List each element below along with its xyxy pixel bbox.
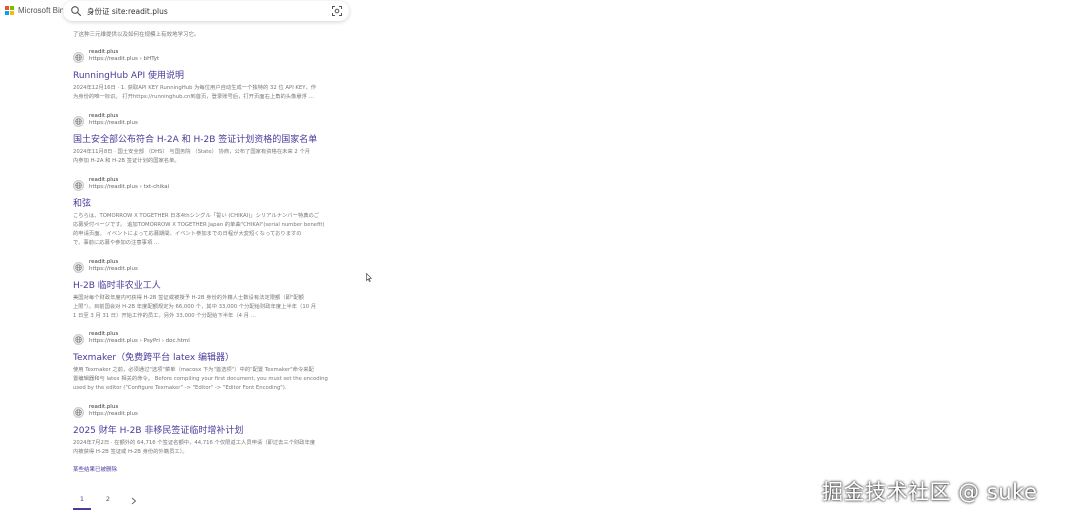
visual-search-icon[interactable]: [331, 5, 343, 17]
search-box[interactable]: 身份证 site:readit.plus: [63, 1, 349, 21]
search-result: readit.plus https://readit.plus H-2B 临时非农业…: [73, 259, 358, 321]
snippet-line: used by the editor ("Configure Texmaker"…: [73, 385, 287, 391]
result-url: https://readit.plus: [89, 411, 138, 417]
snippet-line: 的申请页面。 イベントによって応募期間、イベント参加までの日程が大変短くなってお…: [73, 231, 302, 237]
watermark: 掘金技术社区 @ suke: [822, 480, 1038, 504]
search-icon[interactable]: [70, 5, 82, 17]
next-page-button[interactable]: [125, 494, 143, 508]
search-result: readit.plus https://readit.plus › bHTyt Ru…: [73, 49, 358, 102]
result-title-link[interactable]: 国土安全部公布符合 H-2A 和 H-2B 签证计划资格的国家名单: [73, 134, 358, 146]
result-site-name: readit.plus: [89, 259, 119, 265]
snippet-line: 2024年11月8日 · 国土安全部 （DHS） 与国务院 （State） 协商…: [73, 149, 311, 155]
result-title-link[interactable]: 2025 财年 H-2B 非移民签证临时增补计划: [73, 425, 358, 437]
result-site-name: readit.plus: [89, 113, 119, 119]
result-source[interactable]: readit.plus https://readit.plus: [73, 404, 358, 422]
search-input[interactable]: 身份证 site:readit.plus: [87, 6, 168, 17]
result-source[interactable]: readit.plus https://readit.plus: [73, 113, 358, 131]
globe-icon: [73, 262, 84, 273]
result-url: https://readit.plus: [89, 120, 138, 126]
search-result: readit.plus https://readit.plus › PsyPri …: [73, 331, 358, 393]
globe-icon: [73, 407, 84, 418]
result-title-link[interactable]: 和弦: [73, 198, 358, 210]
snippet-line: 上限"）。目前国会对 H-2B 年度配额规定为 66,000 个，其中 33,0…: [73, 304, 317, 310]
result-snippet: 使用 Texmaker 之前，必须通过"选项"菜单（macosx 下为"首选项"…: [73, 366, 358, 393]
snippet-line: 2024年12月16日 · 1. 获取API KEY RunningHub 为每…: [73, 85, 317, 91]
snippet-line: 为身份的唯一标识。 打开https://runninghub.cn到首页，登录账…: [73, 94, 314, 100]
snippet-line: 置编辑器和与 latex 相关的命令。 Before compiling you…: [73, 376, 328, 382]
result-title-link[interactable]: H-2B 临时非农业工人: [73, 280, 358, 292]
result-source[interactable]: readit.plus https://readit.plus: [73, 259, 358, 277]
result-url: https://readit.plus › bHTyt: [89, 56, 160, 62]
bing-logo[interactable]: Microsoft Bing: [5, 6, 69, 15]
result-url: https://readit.plus: [89, 266, 138, 272]
snippet-line: 応募受付ページです。 追加TOMORROW X TOGETHER Japan 的…: [73, 222, 325, 228]
result-snippet: 2024年11月8日 · 国土安全部 （DHS） 与国务院 （State） 协商…: [73, 148, 358, 166]
logo-text: Microsoft Bing: [18, 6, 69, 15]
globe-icon: [73, 180, 84, 191]
result-source[interactable]: readit.plus https://readit.plus › txt-chi…: [73, 177, 358, 195]
result-url: https://readit.plus › txt-chikai: [89, 184, 170, 190]
globe-icon: [73, 334, 84, 345]
result-url: https://readit.plus › PsyPri › doc.html: [89, 338, 190, 344]
snippet-line: 美国对每个财政年度内可获得 H-2B 签证或被授予 H-2B 身份的外籍人士数设…: [73, 295, 304, 301]
result-site-name: readit.plus: [89, 331, 119, 337]
chevron-right-icon: [131, 497, 137, 505]
result-snippet: 2024年12月16日 · 1. 获取API KEY RunningHub 为每…: [73, 84, 358, 102]
result-title-link[interactable]: Texmaker（免费跨平台 latex 编辑器）: [73, 352, 358, 364]
pagination: 1 2: [73, 492, 143, 510]
result-title-link[interactable]: RunningHub API 使用说明: [73, 70, 358, 82]
some-results-removed-link[interactable]: 某些结果已被删除: [73, 465, 117, 473]
microsoft-logo-icon: [5, 6, 14, 15]
snippet-line: 使用 Texmaker 之前，必须通过"选项"菜单（macosx 下为"首选项"…: [73, 367, 314, 373]
result-source[interactable]: readit.plus https://readit.plus › bHTyt: [73, 49, 358, 67]
snippet-line: 1 日至 3 月 31 日）开始工作的员工，另外 33,000 个分配给下半年（…: [73, 313, 256, 319]
result-site-name: readit.plus: [89, 404, 119, 410]
result-source[interactable]: readit.plus https://readit.plus › PsyPri …: [73, 331, 358, 349]
search-result: readit.plus https://readit.plus 2025 财年 H-…: [73, 404, 358, 457]
result-snippet: 美国对每个财政年度内可获得 H-2B 签证或被授予 H-2B 身份的外籍人士数设…: [73, 294, 358, 321]
result-site-name: readit.plus: [89, 177, 119, 183]
snippet-line: で、事前に応募や参加の注意事項 …: [73, 240, 160, 246]
globe-icon: [73, 116, 84, 127]
header: Microsoft Bing 身份证 site:readit.plus: [0, 0, 1080, 26]
page-2-link[interactable]: 2: [99, 492, 117, 510]
mouse-cursor-icon: [366, 273, 372, 282]
result-snippet: こちらは、TOMORROW X TOGETHER 日本4thシングル「誓い (C…: [73, 212, 358, 248]
result-site-name: readit.plus: [89, 49, 119, 55]
globe-icon: [73, 52, 84, 63]
result-snippet: 2024年7月2日 · 在额外的 64,716 个签证名额中，44,716 个仅…: [73, 439, 358, 457]
snippet-line: 2024年7月2日 · 在额外的 64,716 个签证名额中，44,716 个仅…: [73, 440, 316, 446]
snippet-line: こちらは、TOMORROW X TOGETHER 日本4thシングル「誓い (C…: [73, 213, 320, 219]
page-1-link[interactable]: 1: [73, 492, 91, 510]
snippet-line: 了这种三元维提供以及如何在规模上有效地学习它。: [73, 32, 200, 38]
snippet-line: 内被获得 H-2B 签证或 H-2B 身份的外籍员工）。: [73, 449, 188, 455]
search-result: readit.plus https://readit.plus › txt-chi…: [73, 177, 358, 248]
snippet-line: 内参加 H-2A 和 H-2B 签证计划的国家名单。: [73, 158, 180, 164]
search-result: readit.plus https://readit.plus 国土安全部公布符合 …: [73, 113, 358, 166]
